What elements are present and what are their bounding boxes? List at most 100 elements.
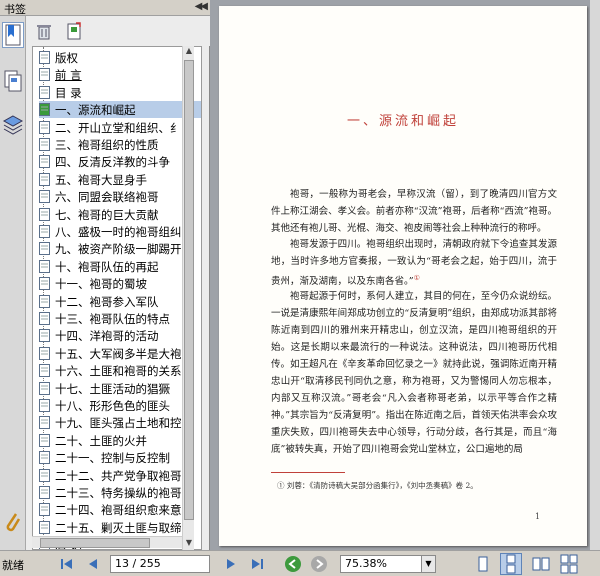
bookmark-item[interactable]: 二、开山立堂和组织、纟	[39, 119, 201, 136]
bookmark-page-icon	[39, 172, 50, 186]
bookmark-item[interactable]: 前 言	[39, 66, 201, 83]
bookmark-item[interactable]: 二十四、袍哥组织愈来意	[39, 501, 201, 518]
bookmark-page-icon	[39, 416, 50, 430]
bookmark-label: 十六、土匪和袍哥的关系	[55, 364, 182, 379]
panel-title: 书签	[4, 3, 26, 16]
collapse-panel-button[interactable]: ◀◀	[195, 1, 208, 12]
bookmark-item[interactable]: 十一、袍哥的蜀坡	[39, 275, 201, 292]
next-page-button[interactable]	[222, 555, 240, 573]
bookmark-item[interactable]: 十二、袍哥参入军队	[39, 293, 201, 310]
bookmark-page-icon	[39, 277, 50, 291]
trash-icon[interactable]	[34, 21, 54, 41]
bookmark-item[interactable]: 二十五、剿灭土匪与取缔	[39, 519, 201, 536]
bookmark-item[interactable]: 二十三、特务操纵的袍哥	[39, 484, 201, 501]
scrollbar-thumb[interactable]	[184, 60, 194, 520]
bookmark-label: 二十三、特务操纵的袍哥	[55, 486, 182, 500]
bookmark-label: 十八、形形色色的匪头	[55, 399, 170, 413]
bookmark-item[interactable]: 十、袍哥队伍的再起	[39, 258, 201, 275]
bookmark-label: 十七、土匪活动的猖獗	[55, 381, 170, 396]
go-forward-icon[interactable]	[310, 555, 328, 573]
bookmark-item[interactable]: 六、同盟会联络袍哥	[39, 188, 201, 205]
page-number-field[interactable]: 13 / 255	[110, 555, 210, 573]
bookmark-page-icon	[39, 259, 50, 273]
bookmark-label: 二、开山立堂和组织、纟	[55, 120, 182, 135]
bookmark-tree-scrollbar[interactable]: ▲ ▼	[182, 46, 194, 550]
bookmark-label: 十三、袍哥队伍的特点	[55, 312, 170, 326]
bookmark-page-icon	[39, 451, 50, 465]
zoom-level-field[interactable]: 75.38%	[340, 555, 422, 573]
bookmark-item[interactable]: 七、袍哥的巨大贡献	[39, 206, 201, 223]
bookmark-item[interactable]: 版权	[39, 49, 201, 66]
bookmark-page-icon	[39, 312, 50, 325]
new-bookmark-icon[interactable]	[64, 21, 84, 41]
bookmark-label: 十、袍哥队伍的再起	[55, 259, 159, 274]
previous-page-button[interactable]	[84, 555, 102, 573]
bookmark-item[interactable]: 一、源流和崛起	[39, 101, 201, 119]
bookmark-label: 三、袍哥组织的性质	[55, 138, 159, 152]
bookmark-page-icon	[39, 85, 50, 99]
bookmark-icon[interactable]	[2, 22, 24, 48]
continuous-view-icon[interactable]	[500, 553, 522, 575]
bookmark-page-icon	[39, 329, 50, 343]
zoom-dropdown-chevron-icon[interactable]: ▼	[422, 555, 436, 573]
bookmark-item[interactable]: 二十、土匪的火并	[39, 432, 201, 449]
bookmark-page-icon	[39, 68, 50, 82]
last-page-button[interactable]	[248, 555, 266, 573]
bookmark-label: 五、袍哥大显身手	[55, 172, 147, 187]
bookmark-item[interactable]: 四、反清反洋教的斗争	[39, 153, 201, 170]
bookmark-label: 十一、袍哥的蜀坡	[55, 277, 147, 292]
single-page-view-icon[interactable]	[472, 553, 494, 575]
bookmark-item[interactable]: 十三、袍哥队伍的特点	[39, 310, 201, 327]
paragraph-2: 袍哥发源于四川。袍哥组织出现时，清朝政府就下令追查其发源地，当时许多地方官奏报，…	[271, 236, 557, 290]
bookmark-label: 二十五、剿灭土匪与取缔	[55, 520, 182, 535]
bookmark-label: 目 录	[55, 85, 82, 100]
paragraph-1: 袍哥，一般称为哥老会，早称汉流（留），到了晚清四川官方文件上称江湖会、孝义会。前…	[271, 189, 557, 234]
bookmark-item[interactable]: 十七、土匪活动的猖獗	[39, 380, 201, 397]
bookmark-item[interactable]: 十九、匪头强占土地和控	[39, 414, 201, 431]
paragraph-3: 袍哥起源于何时，系何人建立，其目的何在，至今仍众说纷纭。一说是清康熙年间郑成功创…	[271, 291, 557, 455]
scroll-up-arrow[interactable]: ▲	[184, 46, 194, 58]
bookmark-label: 二十、土匪的火并	[55, 433, 147, 448]
bookmark-tree-hscrollbar[interactable]	[32, 536, 182, 548]
layers-icon[interactable]	[2, 112, 24, 138]
bookmark-page-icon	[39, 399, 50, 412]
hscrollbar-thumb[interactable]	[40, 538, 150, 548]
bookmark-item[interactable]: 十四、洋袍哥的活动	[39, 327, 201, 344]
bookmark-label: 二十一、控制与反控制	[55, 451, 170, 466]
pages-icon[interactable]	[2, 68, 24, 94]
bookmark-item[interactable]: 二十一、控制与反控制	[39, 449, 201, 466]
continuous-facing-view-icon[interactable]	[558, 553, 580, 575]
bookmark-item[interactable]: 十五、大军阀多半是大袍	[39, 345, 201, 362]
bookmark-item[interactable]: 八、盛极一时的袍哥组纠	[39, 223, 201, 240]
first-page-button[interactable]	[58, 555, 76, 573]
footnote-divider	[271, 472, 345, 473]
bookmark-item[interactable]: 目 录	[39, 84, 201, 101]
go-back-icon[interactable]	[284, 555, 302, 573]
attachment-icon[interactable]	[2, 510, 24, 536]
bookmark-label: 二十二、共产党争取袍哥	[55, 468, 182, 483]
bookmark-page-icon	[39, 381, 50, 395]
facing-view-icon[interactable]	[530, 553, 552, 575]
bookmark-page-icon	[39, 225, 50, 238]
bookmark-item[interactable]: 十六、土匪和袍哥的关系	[39, 362, 201, 379]
bookmark-label: 前 言	[55, 68, 82, 83]
bookmark-page-icon	[39, 190, 50, 204]
bookmark-page-icon	[39, 468, 50, 482]
status-text: 就绪	[2, 559, 24, 572]
footnote-mark[interactable]: ①	[414, 274, 420, 282]
bookmark-item[interactable]: 十八、形形色色的匪头	[39, 397, 201, 414]
bookmark-page-icon	[39, 520, 50, 534]
bookmarks-toolbar	[26, 16, 210, 46]
document-viewport[interactable]: 一、源流和崛起 袍哥，一般称为哥老会，早称汉流（留），到了晚清四川官方文件上称江…	[211, 0, 600, 550]
bookmark-label: 四、反清反洋教的斗争	[55, 155, 170, 170]
bookmark-label: 十五、大军阀多半是大袍	[55, 346, 182, 361]
scroll-down-arrow[interactable]: ▼	[184, 538, 194, 550]
document-scrollbar[interactable]	[590, 0, 600, 550]
bookmark-page-icon	[39, 486, 50, 499]
bookmark-item[interactable]: 二十二、共产党争取袍哥	[39, 467, 201, 484]
bookmark-label: 十二、袍哥参入军队	[55, 294, 159, 309]
bookmark-item[interactable]: 九、被资产阶级一脚踢开	[39, 240, 201, 257]
bookmark-item[interactable]: 五、袍哥大显身手	[39, 171, 201, 188]
footnote: ① 刘蓉：《清防诗稿大吴部分函集行》，《刘中丞奏稿》卷 2。	[277, 481, 478, 490]
bookmark-item[interactable]: 三、袍哥组织的性质	[39, 136, 201, 153]
